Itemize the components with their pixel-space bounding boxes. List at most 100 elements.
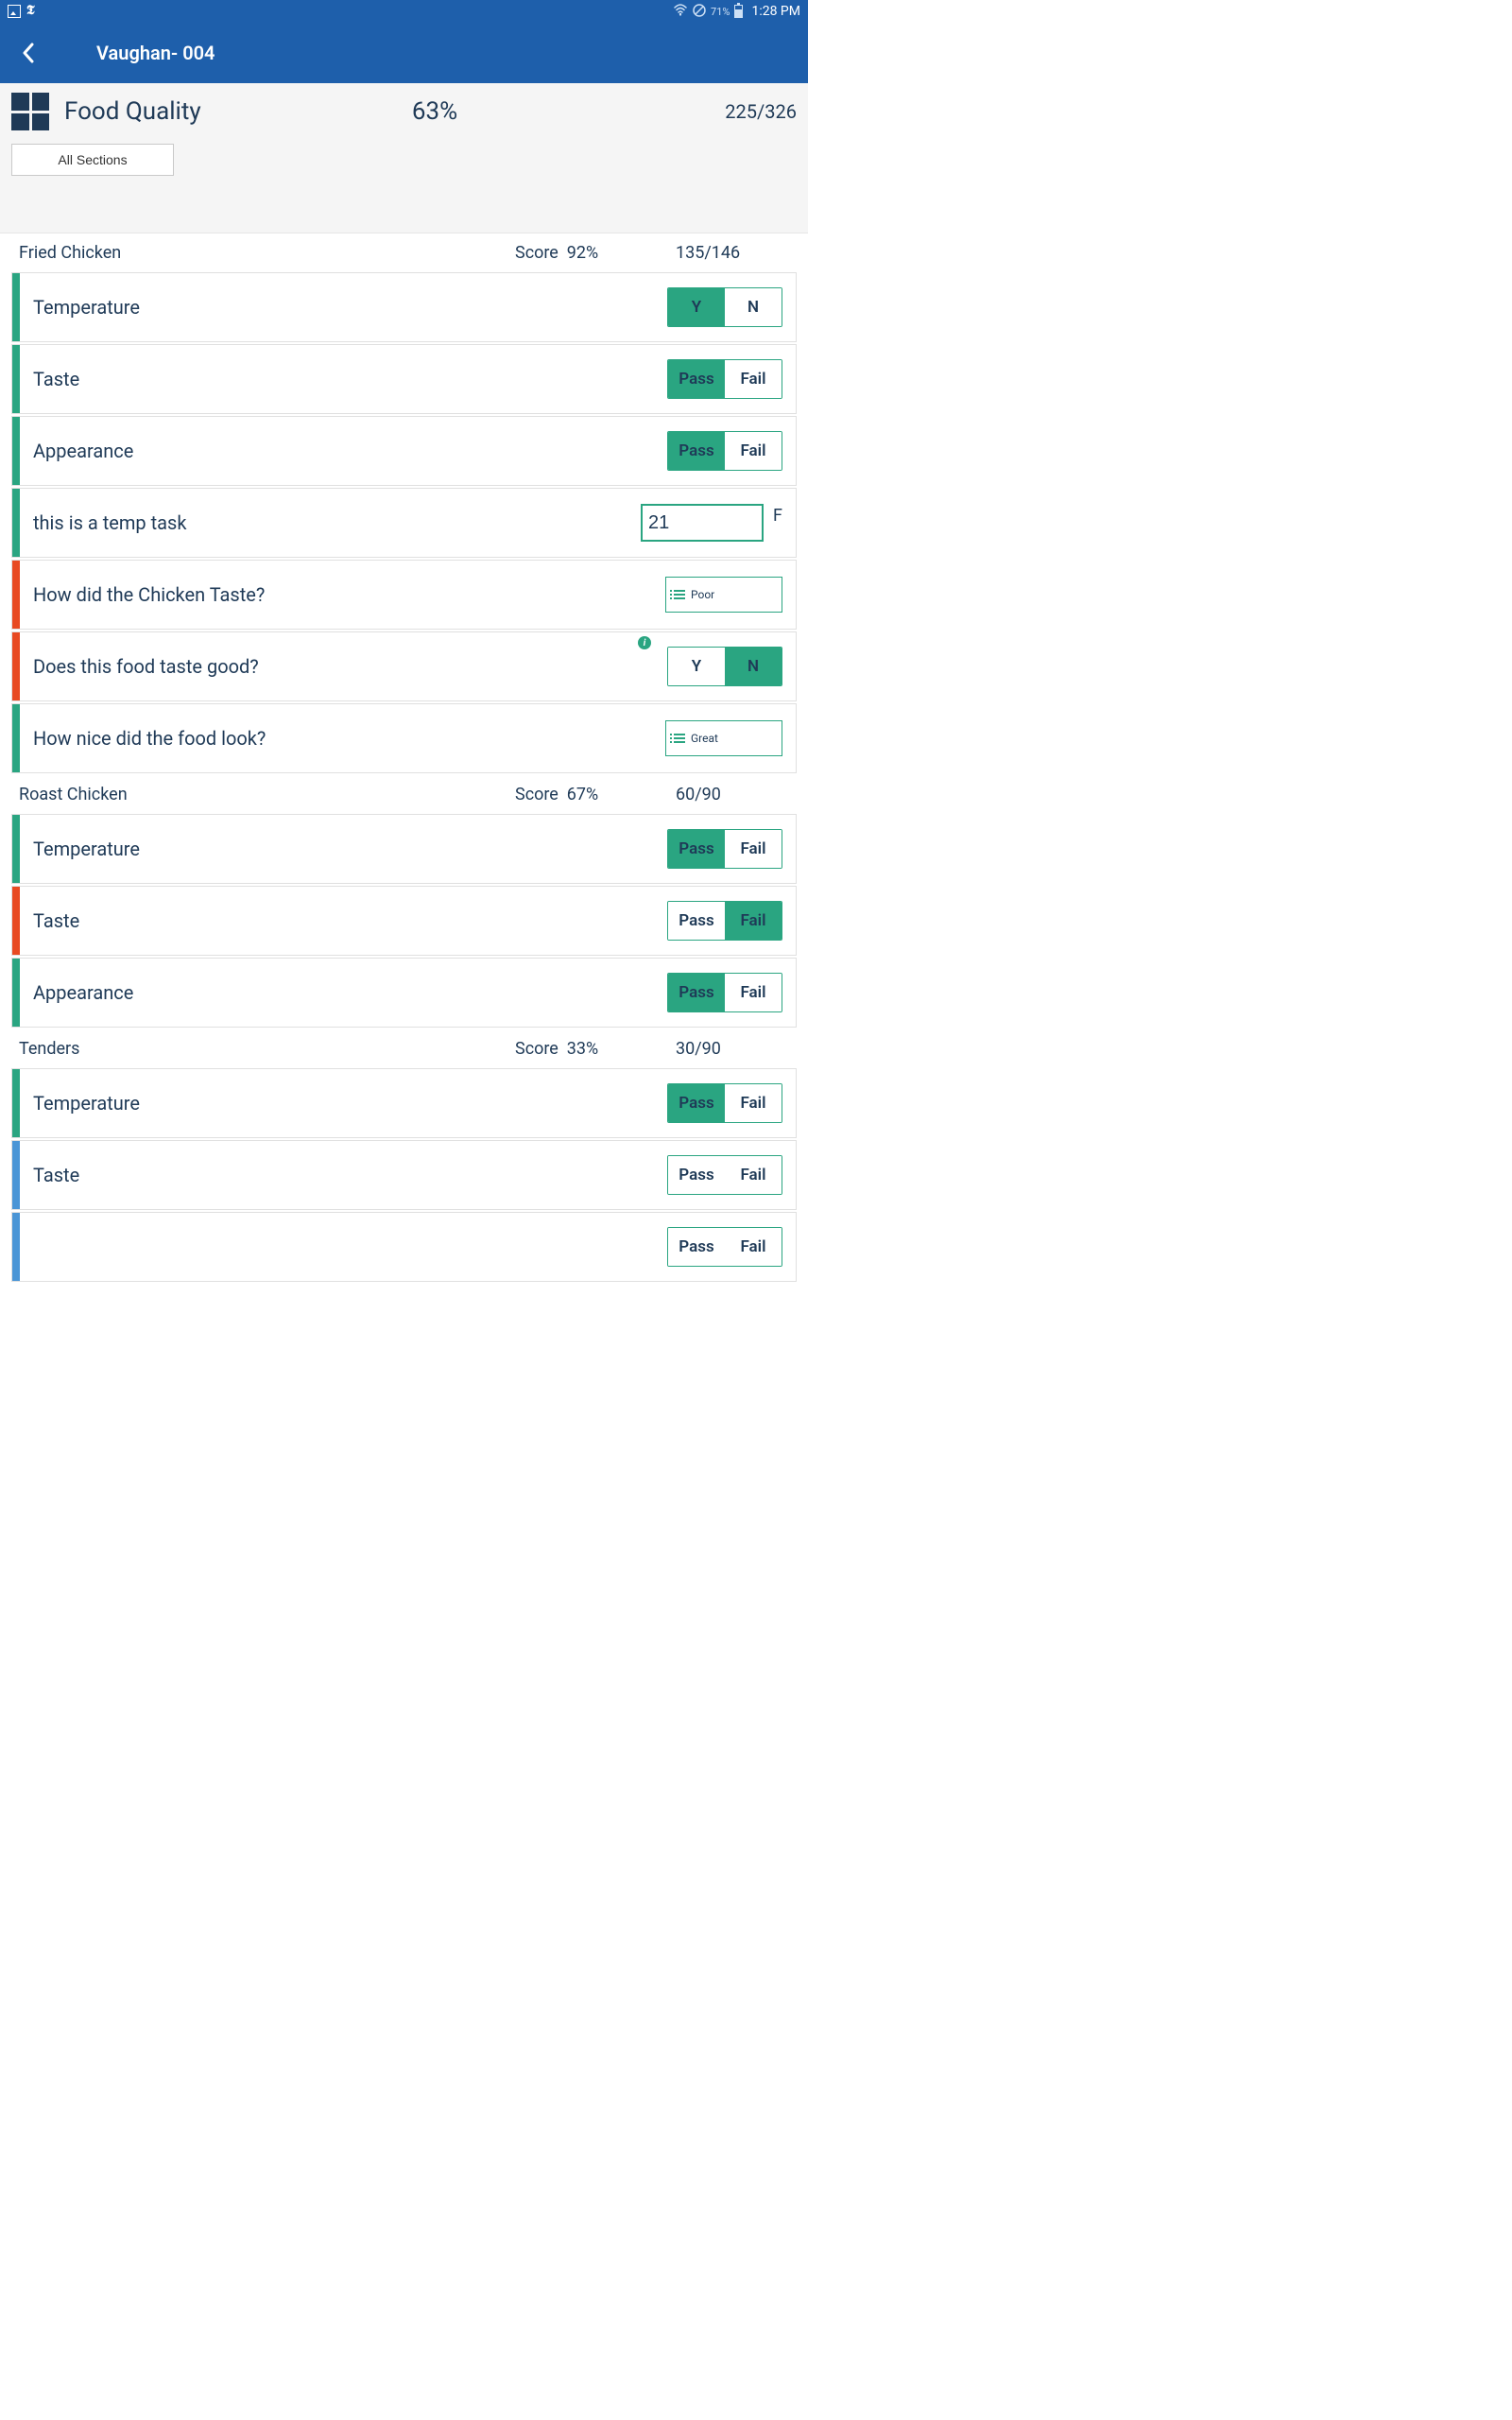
unit-label: F xyxy=(773,506,782,526)
toggle-option-right[interactable]: Fail xyxy=(725,360,782,398)
list-icon xyxy=(674,734,685,743)
select-box[interactable]: Poor xyxy=(665,577,782,613)
toggle: YN xyxy=(667,287,782,327)
toggle-option-left[interactable]: Pass xyxy=(668,432,725,470)
section-count: 60/90 xyxy=(676,785,789,804)
task-row: TastePassFail xyxy=(11,344,797,414)
status-bar-strip xyxy=(12,1141,20,1209)
task-row: TastePassFail xyxy=(11,886,797,956)
toggle-option-left[interactable]: Pass xyxy=(668,1156,725,1194)
task-control: Great xyxy=(665,720,796,756)
battery-icon xyxy=(734,5,743,18)
section-score: Score 33% xyxy=(515,1039,676,1059)
nyt-icon: 𝕿 xyxy=(26,4,35,19)
toggle-option-right[interactable]: Fail xyxy=(725,1084,782,1122)
toggle-option-right[interactable]: Fail xyxy=(725,1228,782,1266)
list-icon xyxy=(674,590,685,599)
summary-count: 225/326 xyxy=(725,100,797,123)
status-bar-strip xyxy=(12,632,20,700)
task-label: Taste xyxy=(20,368,667,390)
toggle-option-left[interactable]: Pass xyxy=(668,902,725,940)
task-control: PassFail xyxy=(667,901,796,941)
status-bar-strip xyxy=(12,887,20,955)
task-control: PassFail xyxy=(667,973,796,1012)
status-bar: 𝕿 71% 1:28 PM xyxy=(0,0,808,23)
section-name: Fried Chicken xyxy=(19,243,515,263)
task-row: TemperaturePassFail xyxy=(11,814,797,884)
task-row: How nice did the food look? Great xyxy=(11,703,797,773)
no-sim-icon xyxy=(693,4,706,20)
task-label: Temperature xyxy=(20,1092,667,1115)
task-row: AppearancePassFail xyxy=(11,416,797,486)
task-label: Does this food taste good? xyxy=(20,655,667,678)
task-label: Temperature xyxy=(20,296,667,319)
toggle: YN xyxy=(667,647,782,686)
task-row: this is a temp taskF xyxy=(11,488,797,558)
section-score: Score 92% xyxy=(515,243,676,263)
status-bar-strip xyxy=(12,345,20,413)
toggle-option-right[interactable]: Fail xyxy=(725,974,782,1011)
toggle-option-left[interactable]: Y xyxy=(668,648,725,685)
status-bar-strip xyxy=(12,417,20,485)
picture-icon xyxy=(8,5,21,18)
select-value: Great xyxy=(691,732,718,745)
status-bar-strip xyxy=(12,489,20,557)
task-control: PassFail xyxy=(667,1227,796,1267)
numeric-input[interactable] xyxy=(641,504,764,542)
wifi-icon xyxy=(673,4,688,20)
back-button[interactable] xyxy=(13,38,43,68)
toggle-option-right[interactable]: N xyxy=(725,288,782,326)
task-control: Poor xyxy=(665,577,796,613)
toggle-option-right[interactable]: Fail xyxy=(725,1156,782,1194)
grid-icon[interactable] xyxy=(11,93,49,130)
toggle-option-left[interactable]: Pass xyxy=(668,1228,725,1266)
toggle-option-left[interactable]: Pass xyxy=(668,830,725,868)
info-icon[interactable]: i xyxy=(638,636,651,649)
task-label: How nice did the food look? xyxy=(20,727,665,750)
toggle: PassFail xyxy=(667,431,782,471)
select-box[interactable]: Great xyxy=(665,720,782,756)
toggle: PassFail xyxy=(667,1227,782,1267)
task-control: PassFail xyxy=(667,829,796,869)
summary-percent: 63% xyxy=(412,97,457,126)
task-control: YN xyxy=(667,647,796,686)
task-row: PassFail xyxy=(11,1212,797,1282)
toggle: PassFail xyxy=(667,1083,782,1123)
toggle: PassFail xyxy=(667,973,782,1012)
app-bar: Vaughan- 004 xyxy=(0,23,808,83)
battery-percent: 71% xyxy=(711,6,730,18)
toggle-option-left[interactable]: Pass xyxy=(668,1084,725,1122)
status-bar-strip xyxy=(12,704,20,772)
task-row: TemperatureYN xyxy=(11,272,797,342)
section-header: Fried ChickenScore 92%135/146 xyxy=(0,233,808,270)
toggle-option-left[interactable]: Pass xyxy=(668,974,725,1011)
task-control: PassFail xyxy=(667,1083,796,1123)
status-bar-strip xyxy=(12,1213,20,1281)
all-sections-button[interactable]: All Sections xyxy=(11,144,174,176)
task-control: YN xyxy=(667,287,796,327)
toggle-option-right[interactable]: Fail xyxy=(725,432,782,470)
task-label: Appearance xyxy=(20,981,667,1004)
task-control: F xyxy=(641,504,796,542)
task-row: TastePassFail xyxy=(11,1140,797,1210)
status-bar-strip xyxy=(12,273,20,341)
toggle-option-left[interactable]: Pass xyxy=(668,360,725,398)
section-header: Roast ChickenScore 67%60/90 xyxy=(0,775,808,812)
toggle-option-right[interactable]: Fail xyxy=(725,830,782,868)
task-row: TemperaturePassFail xyxy=(11,1068,797,1138)
status-bar-strip xyxy=(12,1069,20,1137)
section-count: 135/146 xyxy=(676,243,789,263)
task-label: Appearance xyxy=(20,440,667,462)
status-bar-strip xyxy=(12,959,20,1027)
status-bar-strip xyxy=(12,561,20,629)
summary-title: Food Quality xyxy=(64,97,201,126)
task-row: AppearancePassFail xyxy=(11,958,797,1028)
select-value: Poor xyxy=(691,588,714,601)
section-name: Tenders xyxy=(19,1039,515,1059)
section-score: Score 67% xyxy=(515,785,676,804)
toggle-option-right[interactable]: Fail xyxy=(725,902,782,940)
toggle-option-left[interactable]: Y xyxy=(668,288,725,326)
summary-panel: Food Quality 63% 225/326 All Sections xyxy=(0,83,808,233)
task-label: How did the Chicken Taste? xyxy=(20,583,665,606)
toggle-option-right[interactable]: N xyxy=(725,648,782,685)
